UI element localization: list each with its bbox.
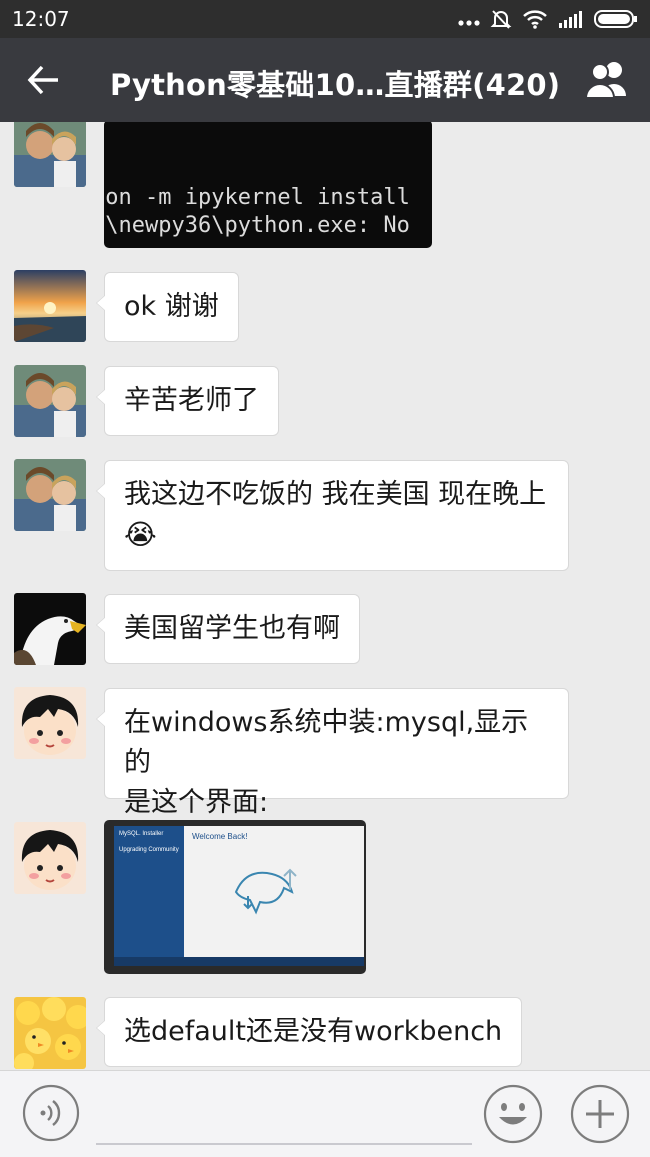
message-text-line: 是这个界面:	[124, 787, 269, 818]
crying-face-emoji: 😭	[124, 518, 157, 551]
cartoon-girl-avatar[interactable]	[14, 687, 86, 759]
chicks-avatar[interactable]	[14, 997, 86, 1069]
voice-input-icon[interactable]	[22, 1084, 80, 1142]
plus-icon[interactable]	[570, 1084, 630, 1144]
status-bar: 12:07	[0, 0, 650, 38]
message-bubble[interactable]: 辛苦老师了	[96, 366, 279, 436]
status-icons	[458, 8, 638, 34]
more-dots-icon	[458, 12, 480, 31]
installer-welcome-title: Welcome Back!	[192, 832, 248, 841]
chat-header: Python零基础10…直播群(420)	[0, 38, 650, 122]
couple-photo-avatar[interactable]	[14, 459, 86, 531]
terminal-line: hon -m ipykernel install	[104, 185, 410, 210]
message-text: 美国留学生也有啊	[124, 613, 340, 644]
installer-sidebar-title: MySQL. Installer	[119, 831, 164, 837]
message-text: 我这边不吃饭的 我在美国 现在晚上	[124, 479, 547, 510]
terminal-screenshot-image[interactable]: hon -m ipykernel install s\newpy36\python…	[104, 122, 432, 248]
message-bubble[interactable]: 在windows系统中装:mysql,显示的 是这个界面:	[96, 688, 569, 818]
cartoon-girl-avatar[interactable]	[14, 822, 86, 894]
emoji-icon[interactable]	[483, 1084, 543, 1144]
battery-icon	[594, 9, 638, 33]
message-bubble[interactable]: 我这边不吃饭的 我在美国 现在晚上 😭	[96, 460, 569, 571]
chat-title: Python零基础10…直播群(420)	[110, 68, 561, 102]
status-time: 12:07	[12, 7, 70, 31]
input-bar	[0, 1070, 650, 1157]
message-text-line: 在windows系统中装:mysql,显示的	[124, 707, 529, 778]
message-input[interactable]	[96, 1089, 472, 1145]
signal-icon	[558, 10, 584, 32]
installer-sidebar-sub: Upgrading Community	[119, 847, 179, 853]
message-bubble[interactable]: 美国留学生也有啊	[96, 594, 360, 664]
couple-photo-avatar[interactable]	[14, 122, 86, 187]
windows-taskbar	[114, 957, 364, 966]
mysql-installer-photo[interactable]: MySQL. Installer Upgrading Community Wel…	[104, 820, 366, 974]
installer-window: MySQL. Installer Upgrading Community Wel…	[114, 826, 364, 964]
message-text: 选default还是没有workbench	[124, 1016, 503, 1047]
installer-sidebar: MySQL. Installer Upgrading Community	[114, 826, 184, 964]
message-text: ok 谢谢	[124, 291, 219, 322]
message-bubble[interactable]: ok 谢谢	[96, 272, 239, 342]
back-arrow-icon[interactable]	[24, 60, 64, 100]
sunset-avatar[interactable]	[14, 270, 86, 342]
message-list[interactable]: hon -m ipykernel install s\newpy36\python…	[0, 122, 650, 1070]
mute-bell-icon	[490, 8, 512, 34]
message-bubble[interactable]: 选default还是没有workbench	[95, 997, 523, 1067]
message-text: 辛苦老师了	[124, 385, 259, 416]
wifi-icon	[522, 9, 548, 33]
eagle-avatar[interactable]	[14, 593, 86, 665]
terminal-line: s\newpy36\python.exe: No	[104, 213, 410, 238]
couple-photo-avatar[interactable]	[14, 365, 86, 437]
group-members-icon[interactable]	[580, 58, 634, 102]
dolphin-logo-icon	[234, 868, 297, 915]
